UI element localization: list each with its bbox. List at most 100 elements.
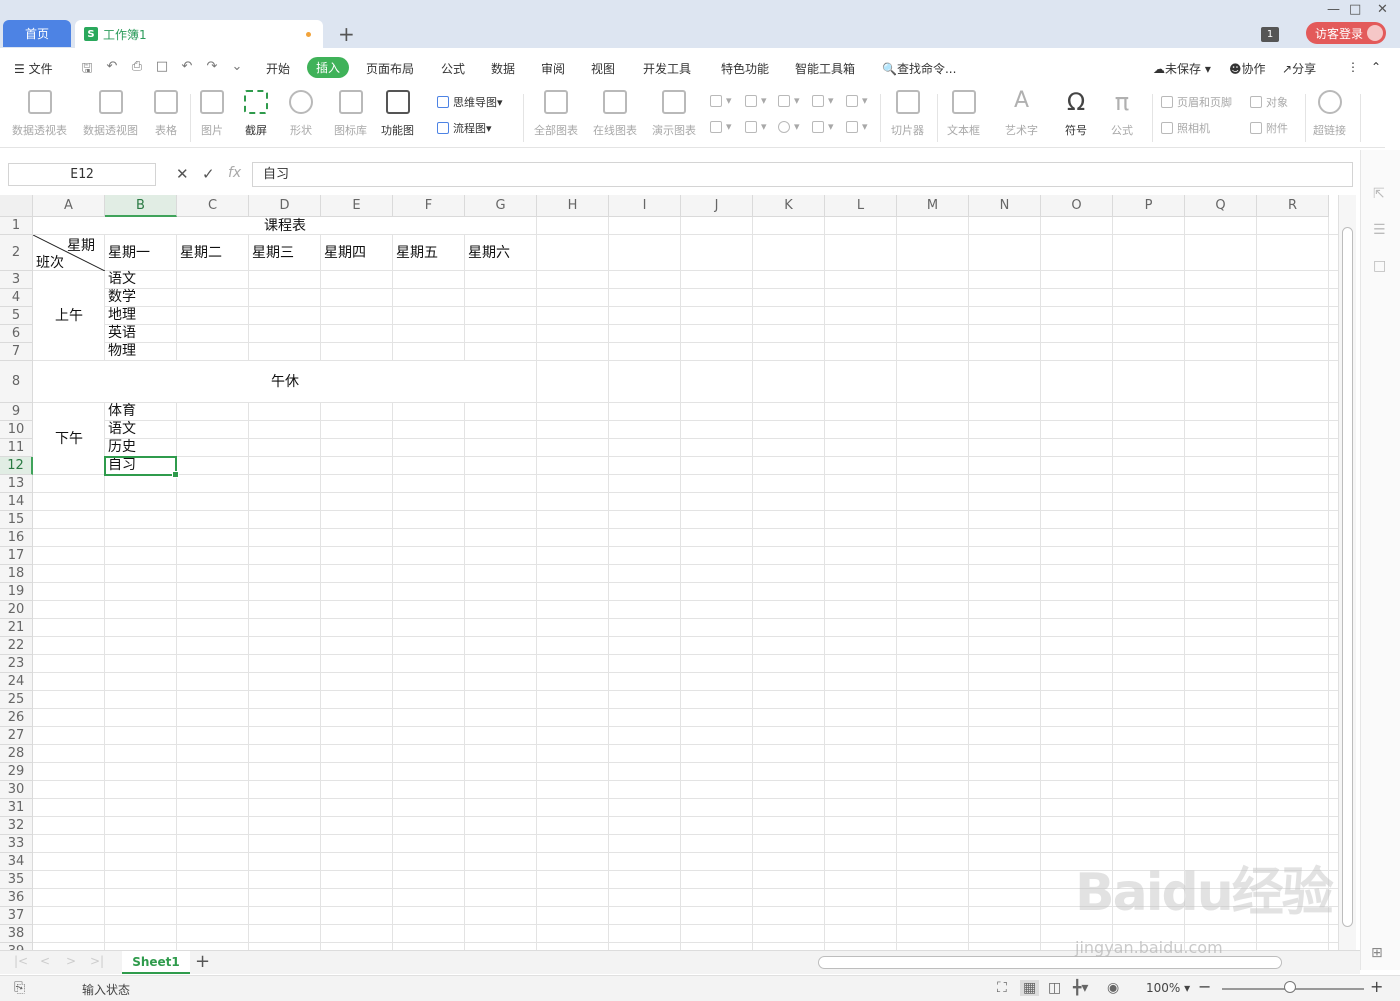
row-header-14[interactable]: 14 xyxy=(0,493,33,511)
column-header-l[interactable]: L xyxy=(825,195,897,217)
unsaved-button[interactable]: ☁未保存 ▾ xyxy=(1153,60,1211,77)
zoom-in-button[interactable]: + xyxy=(1370,977,1383,996)
table-button[interactable]: 表格 xyxy=(154,90,178,138)
backup-icon[interactable]: □ xyxy=(1373,258,1386,274)
column-header-r[interactable]: R xyxy=(1257,195,1329,217)
column-header-d[interactable]: D xyxy=(249,195,321,217)
add-sheet-button[interactable]: + xyxy=(195,951,210,972)
chevron-down-icon[interactable]: ⌄ xyxy=(229,59,245,75)
first-sheet-icon[interactable]: |< xyxy=(14,954,28,968)
share-button[interactable]: ↗分享 xyxy=(1282,60,1316,77)
column-header-f[interactable]: F xyxy=(393,195,465,217)
row-header-18[interactable]: 18 xyxy=(0,565,33,583)
row-header-4[interactable]: 4 xyxy=(0,289,33,307)
screenshot-button[interactable]: 截屏 xyxy=(244,90,268,138)
guest-login-button[interactable]: 访客登录 xyxy=(1306,22,1386,44)
menu-dev-tools[interactable]: 开发工具 xyxy=(643,60,691,77)
column-header-b[interactable]: B xyxy=(105,195,177,217)
row-header-21[interactable]: 21 xyxy=(0,619,33,637)
fx-icon[interactable]: fx xyxy=(228,165,241,181)
column-header-n[interactable]: N xyxy=(969,195,1041,217)
zoom-slider-handle[interactable] xyxy=(1284,981,1296,993)
flowchart-button[interactable]: 流程图 ▾ xyxy=(437,120,492,136)
online-charts-button[interactable]: 在线图表 xyxy=(593,90,637,138)
row-header-5[interactable]: 5 xyxy=(0,307,33,325)
formula-input[interactable]: 自习 xyxy=(252,162,1353,187)
formula-insert-button[interactable]: π 公式 xyxy=(1110,90,1134,138)
reading-layout-icon[interactable]: ╋▾ xyxy=(1073,980,1088,996)
column-header-i[interactable]: I xyxy=(609,195,681,217)
sheet-tab-sheet1[interactable]: Sheet1 xyxy=(122,951,190,974)
redo-icon[interactable]: ↷ xyxy=(204,59,220,75)
row-header-19[interactable]: 19 xyxy=(0,583,33,601)
menu-smart-tools[interactable]: 智能工具箱 xyxy=(795,60,855,77)
icon-library-button[interactable]: 图标库 xyxy=(334,90,367,138)
row-header-12[interactable]: 12 xyxy=(0,457,33,475)
row-header-15[interactable]: 15 xyxy=(0,511,33,529)
row-header-30[interactable]: 30 xyxy=(0,781,33,799)
header-footer-button[interactable]: 页眉和页脚 xyxy=(1161,94,1232,110)
column-header-a[interactable]: A xyxy=(33,195,105,217)
zoom-out-button[interactable]: − xyxy=(1198,977,1211,996)
vertical-scrollbar[interactable] xyxy=(1338,195,1356,950)
row-header-2[interactable]: 2 xyxy=(0,235,33,271)
pivot-chart-button[interactable]: 数据透视图 xyxy=(83,90,138,138)
row-header-7[interactable]: 7 xyxy=(0,343,33,361)
slicer-button[interactable]: 切片器 xyxy=(891,90,924,138)
map-chart-button[interactable]: ▾ xyxy=(710,120,732,133)
column-header-e[interactable]: E xyxy=(321,195,393,217)
row-header-17[interactable]: 17 xyxy=(0,547,33,565)
row-header-13[interactable]: 13 xyxy=(0,475,33,493)
column-chart-button[interactable]: ▾ xyxy=(710,94,732,107)
area-chart-button[interactable]: ▾ xyxy=(846,94,868,107)
tab-workbook[interactable]: S 工作簿1 xyxy=(75,20,323,48)
save-icon[interactable]: 🖫 xyxy=(79,59,95,76)
vertical-scroll-thumb[interactable] xyxy=(1342,227,1353,927)
column-header-k[interactable]: K xyxy=(753,195,825,217)
horizontal-scroll-thumb[interactable] xyxy=(818,956,1282,969)
spreadsheet-grid[interactable]: A B C D E F G H I J K L M N O P Q R 1 2 3 4 5 6 7 8 9 10 11 12 13 14 15 1… xyxy=(0,195,1338,950)
row-header-22[interactable]: 22 xyxy=(0,637,33,655)
column-header-o[interactable]: O xyxy=(1041,195,1113,217)
fullscreen-icon[interactable]: ⛶ xyxy=(997,980,1007,996)
export-icon[interactable]: ↶ xyxy=(104,59,120,75)
row-header-39[interactable]: 39 xyxy=(0,943,33,950)
bar-chart-button[interactable]: ▾ xyxy=(745,94,767,107)
zoom-level[interactable]: 100% ▾ xyxy=(1146,981,1190,995)
undo-icon[interactable]: ↶ xyxy=(179,59,195,75)
row-header-32[interactable]: 32 xyxy=(0,817,33,835)
row-header-25[interactable]: 25 xyxy=(0,691,33,709)
textbox-button[interactable]: 文本框 xyxy=(947,90,980,138)
pie-chart-button[interactable]: ▾ xyxy=(778,120,800,133)
select-all-corner[interactable] xyxy=(0,195,33,217)
menu-start[interactable]: 开始 xyxy=(266,60,290,77)
column-header-m[interactable]: M xyxy=(897,195,969,217)
command-search[interactable]: 🔍查找命令... xyxy=(882,60,956,77)
column-header-h[interactable]: H xyxy=(537,195,609,217)
grid-apps-icon[interactable]: ⊞ xyxy=(1371,945,1383,961)
macro-icon[interactable]: ⎘ xyxy=(14,980,25,996)
menu-view[interactable]: 视图 xyxy=(591,60,615,77)
column-header-q[interactable]: Q xyxy=(1185,195,1257,217)
print-icon[interactable]: ⎙ xyxy=(129,59,145,75)
tab-home[interactable]: 首页 xyxy=(3,20,71,47)
row-header-6[interactable]: 6 xyxy=(0,325,33,343)
camera-button[interactable]: 照相机 xyxy=(1161,120,1210,136)
close-icon[interactable]: ✕ xyxy=(1377,2,1388,17)
function-chart-button[interactable]: 功能图 xyxy=(381,90,414,138)
menu-insert[interactable]: 插入 xyxy=(307,57,350,78)
preview-icon[interactable]: □ xyxy=(154,59,170,75)
mindmap-button[interactable]: 思维导图 ▾ xyxy=(437,94,503,110)
demo-charts-button[interactable]: 演示图表 xyxy=(652,90,696,138)
minimize-icon[interactable]: — xyxy=(1327,2,1340,17)
row-header-1[interactable]: 1 xyxy=(0,217,33,235)
row-header-38[interactable]: 38 xyxy=(0,925,33,943)
row-header-26[interactable]: 26 xyxy=(0,709,33,727)
symbol-button[interactable]: Ω 符号 xyxy=(1064,90,1088,138)
column-header-c[interactable]: C xyxy=(177,195,249,217)
hyperlink-button[interactable]: 超链接 xyxy=(1313,90,1346,138)
menu-page-layout[interactable]: 页面布局 xyxy=(366,60,414,77)
menu-special[interactable]: 特色功能 xyxy=(721,60,769,77)
row-header-28[interactable]: 28 xyxy=(0,745,33,763)
column-header-j[interactable]: J xyxy=(681,195,753,217)
